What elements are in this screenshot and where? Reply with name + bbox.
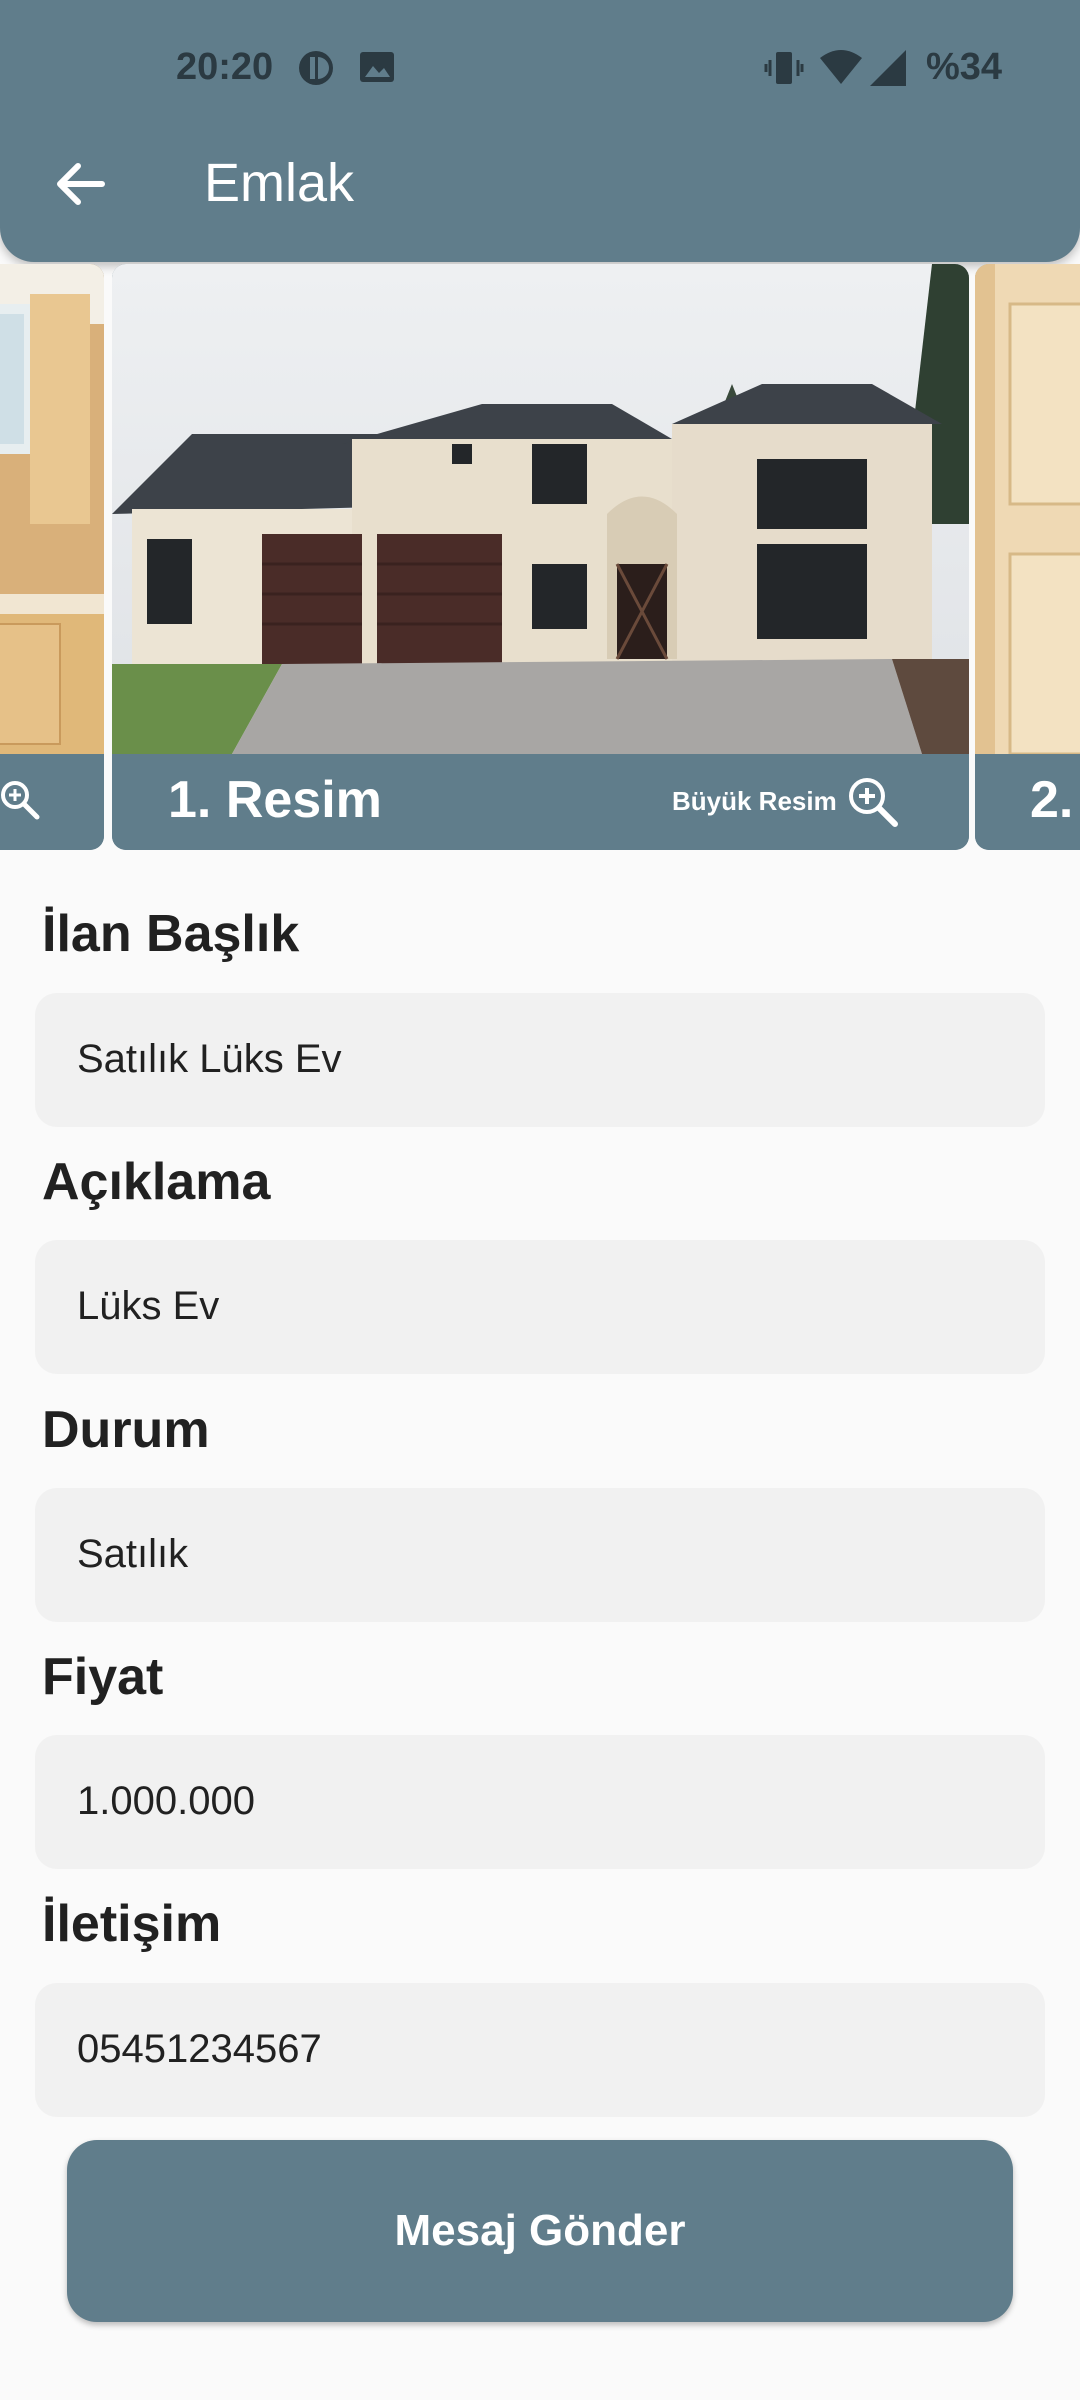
send-message-button[interactable]: Mesaj Gönder — [67, 2140, 1013, 2322]
zoom-in-icon[interactable] — [0, 780, 40, 820]
value-durum: Satılık — [77, 1532, 189, 1576]
carousel-caption-next: 2. — [975, 754, 1080, 850]
field-iletisim[interactable]: 05451234567 — [35, 1983, 1045, 2117]
field-durum[interactable]: Satılık — [35, 1488, 1045, 1622]
zoom-in-icon[interactable] — [847, 776, 899, 828]
field-aciklama[interactable]: Lüks Ev — [35, 1240, 1045, 1374]
carousel-card-previous[interactable] — [0, 264, 104, 850]
label-fiyat: Fiyat — [42, 1648, 164, 1706]
cellular-signal-icon — [870, 50, 906, 86]
wifi-icon — [820, 50, 862, 84]
vibrate-icon — [764, 52, 804, 84]
value-fiyat: 1.000.000 — [77, 1779, 255, 1823]
carousel-card-current[interactable]: 1. Resim Büyük Resim — [112, 264, 969, 850]
value-iletisim: 05451234567 — [77, 2027, 322, 2071]
app-bar: 20:20 %34 Emlak — [0, 0, 1080, 262]
image-carousel[interactable]: 1. Resim Büyük Resim 2. — [0, 264, 1080, 850]
status-time: 20:20 — [176, 46, 274, 88]
value-ilan-baslik: Satılık Lüks Ev — [77, 1037, 342, 1081]
label-aciklama: Açıklama — [42, 1153, 271, 1211]
back-arrow-icon[interactable] — [50, 154, 110, 214]
big-image-link[interactable]: Büyük Resim — [672, 786, 837, 817]
carousel-card-next[interactable]: 2. — [975, 264, 1080, 850]
image-title-next: 2. — [1030, 771, 1074, 829]
kitchen-photo — [0, 264, 104, 754]
data-saver-icon — [299, 51, 333, 85]
battery-percent: %34 — [926, 46, 1003, 88]
field-ilan-baslik[interactable]: Satılık Lüks Ev — [35, 993, 1045, 1127]
house-photo — [112, 264, 969, 754]
field-fiyat[interactable]: 1.000.000 — [35, 1735, 1045, 1869]
carousel-caption-current: 1. Resim Büyük Resim — [112, 754, 969, 850]
label-durum: Durum — [42, 1401, 210, 1459]
door-photo — [975, 264, 1080, 754]
page-title: Emlak — [204, 153, 355, 213]
image-title: 1. Resim — [168, 771, 382, 829]
value-aciklama: Lüks Ev — [77, 1284, 220, 1328]
label-ilan-baslik: İlan Başlık — [42, 905, 300, 963]
status-bar: 20:20 %34 — [0, 0, 1080, 136]
image-notification-icon — [360, 52, 394, 82]
carousel-caption-previous — [0, 754, 104, 850]
label-iletisim: İletişim — [42, 1895, 222, 1953]
